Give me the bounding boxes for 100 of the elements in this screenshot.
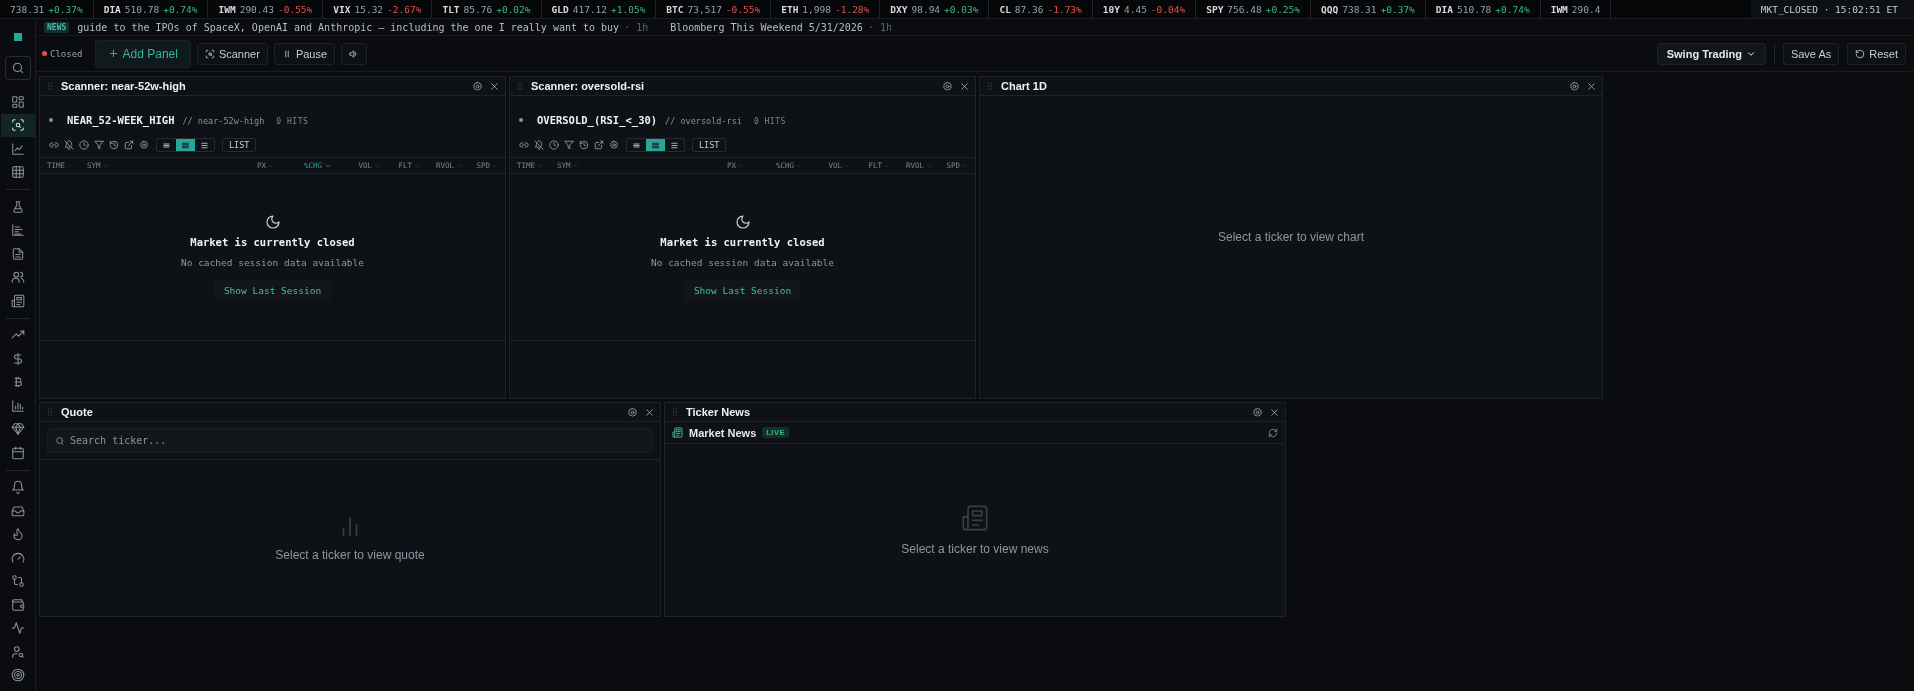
- user-search-icon: [10, 644, 25, 659]
- view-toggle[interactable]: [176, 139, 195, 151]
- ticker-price: 290.43: [239, 3, 274, 15]
- speaker-icon: [349, 48, 360, 59]
- news-badge: NEWS: [44, 21, 70, 33]
- search-field[interactable]: Search ticker...: [47, 428, 653, 453]
- sound-button[interactable]: [341, 42, 368, 65]
- link-button[interactable]: [49, 140, 59, 150]
- close-button[interactable]: [644, 406, 655, 418]
- add-button[interactable]: Add Panel: [94, 39, 191, 68]
- panel-title: Ticker News: [686, 406, 751, 418]
- ticker-item[interactable]: IWM 290.4: [1540, 0, 1612, 18]
- ticker-item[interactable]: 738.31 +0.37%: [0, 0, 94, 18]
- show-last-session-button[interactable]: Show Last Session: [213, 279, 332, 301]
- drag-handle-icon[interactable]: [45, 81, 55, 91]
- chevron-down-icon: [962, 162, 968, 169]
- ticker-symbol: DXY: [890, 3, 908, 15]
- show-last-session-button[interactable]: Show Last Session: [683, 279, 802, 301]
- history-button[interactable]: [109, 140, 119, 150]
- sidebar-button[interactable]: [4, 56, 31, 80]
- ticker-item[interactable]: VIX 15.32 -2.67%: [323, 0, 433, 18]
- ticker-item[interactable]: TLT 85.76 +0.02%: [432, 0, 542, 18]
- settings-icon: [942, 80, 953, 92]
- bell-off-icon: [534, 140, 544, 150]
- ticker-symbol: BTC: [666, 3, 684, 15]
- link-button[interactable]: [519, 140, 529, 150]
- ticker-item[interactable]: DIA 510.78 +0.74%: [1425, 0, 1541, 18]
- drag-handle-icon[interactable]: [985, 81, 995, 91]
- line-chart-icon: [10, 141, 25, 156]
- refresh-button[interactable]: [1268, 427, 1278, 438]
- pause-button[interactable]: Pause: [273, 42, 336, 65]
- chevron-down-icon: [537, 162, 544, 169]
- ticker-symbol: IWM: [218, 3, 236, 15]
- drag-handle-icon[interactable]: [45, 407, 55, 417]
- chevron-down-icon: [884, 162, 890, 169]
- ticker-symbol: IWM: [1550, 3, 1568, 15]
- bell-off-button[interactable]: [64, 140, 74, 150]
- ticker-symbol: 10Y: [1102, 3, 1120, 15]
- table-icon: [10, 165, 25, 180]
- dense-rows-icon: [181, 140, 190, 150]
- ticker-item[interactable]: GLD 417.12 +1.05%: [541, 0, 657, 18]
- hit-count: 0 HITS: [276, 117, 309, 126]
- reset-button[interactable]: Reset: [1847, 42, 1906, 65]
- settings-button[interactable]: [1569, 80, 1580, 92]
- ticker-item[interactable]: BTC 73,517 -0.55%: [656, 0, 772, 18]
- scanner-button[interactable]: Scanner: [196, 42, 268, 65]
- clock-button[interactable]: [79, 140, 89, 150]
- filter-icon: [564, 140, 574, 150]
- clock-button[interactable]: [549, 140, 559, 150]
- swap-icon: [10, 574, 25, 589]
- ticker-item[interactable]: QQQ 738.31 +0.37%: [1311, 0, 1426, 18]
- bell-off-button[interactable]: [534, 140, 544, 150]
- external-link-button[interactable]: [124, 140, 134, 150]
- settings-button[interactable]: [942, 80, 953, 92]
- bar-chart-icon: [10, 398, 25, 413]
- users-icon: [10, 270, 25, 285]
- ticker-item[interactable]: IWM 290.43 -0.55%: [208, 0, 324, 18]
- ticker-change: +0.37%: [1380, 3, 1415, 15]
- settings-button[interactable]: [627, 406, 638, 418]
- sidebar-button[interactable]: [0, 113, 35, 137]
- ticker-item[interactable]: SPY 756.48 +0.25%: [1196, 0, 1311, 18]
- flame-icon: [10, 527, 25, 542]
- settings-button[interactable]: [609, 140, 619, 150]
- close-button[interactable]: [1586, 80, 1597, 92]
- list-button[interactable]: LIST: [222, 138, 257, 152]
- view-toggle-group[interactable]: [626, 138, 685, 152]
- ticker-price: 98.94: [911, 3, 941, 15]
- target-icon: [10, 668, 25, 683]
- bar-chart-icon: [10, 223, 25, 238]
- filter-button[interactable]: [564, 140, 574, 150]
- history-button[interactable]: [579, 140, 589, 150]
- chevron-down-icon: [572, 162, 579, 169]
- close-button[interactable]: [959, 80, 970, 92]
- close-button[interactable]: [489, 80, 500, 92]
- chevron-down-icon: [844, 162, 850, 169]
- filter-button[interactable]: [94, 140, 104, 150]
- news-headline[interactable]: guide to the IPOs of SpaceX, OpenAI and Anthropic — including the one I really want to buy: [77, 21, 620, 33]
- bell-off-icon: [64, 140, 74, 150]
- spaced-rows-icon: [670, 140, 679, 150]
- settings-button[interactable]: [1252, 406, 1263, 418]
- ticker-item[interactable]: DIA 510.78 +0.74%: [93, 0, 209, 18]
- external-link-button[interactable]: [594, 140, 604, 150]
- drag-handle-icon[interactable]: [515, 81, 525, 91]
- list-button[interactable]: LIST: [692, 138, 727, 152]
- view-toggle-group[interactable]: [156, 138, 215, 152]
- drag-handle-icon[interactable]: [670, 407, 680, 417]
- ticker-item[interactable]: DXY 98.94 +0.03%: [880, 0, 990, 18]
- news-headline[interactable]: Bloomberg This Weekend 5/31/2026: [670, 21, 863, 33]
- empty-message: Select a ticker to view chart: [1217, 230, 1365, 244]
- document-icon: [10, 246, 25, 261]
- layout-dropdown[interactable]: Swing Trading: [1656, 42, 1766, 65]
- save-as-button[interactable]: Save As: [1782, 42, 1840, 65]
- ticker-item[interactable]: ETH 1,998 -1.28%: [771, 0, 881, 18]
- settings-button[interactable]: [472, 80, 483, 92]
- ticker-price: 510.78: [124, 3, 160, 15]
- ticker-item[interactable]: CL 87.36 -1.73%: [989, 0, 1093, 18]
- view-toggle[interactable]: [646, 139, 665, 151]
- ticker-item[interactable]: 10Y 4.45 -0.04%: [1092, 0, 1197, 18]
- close-button[interactable]: [1269, 406, 1280, 418]
- settings-button[interactable]: [139, 140, 149, 150]
